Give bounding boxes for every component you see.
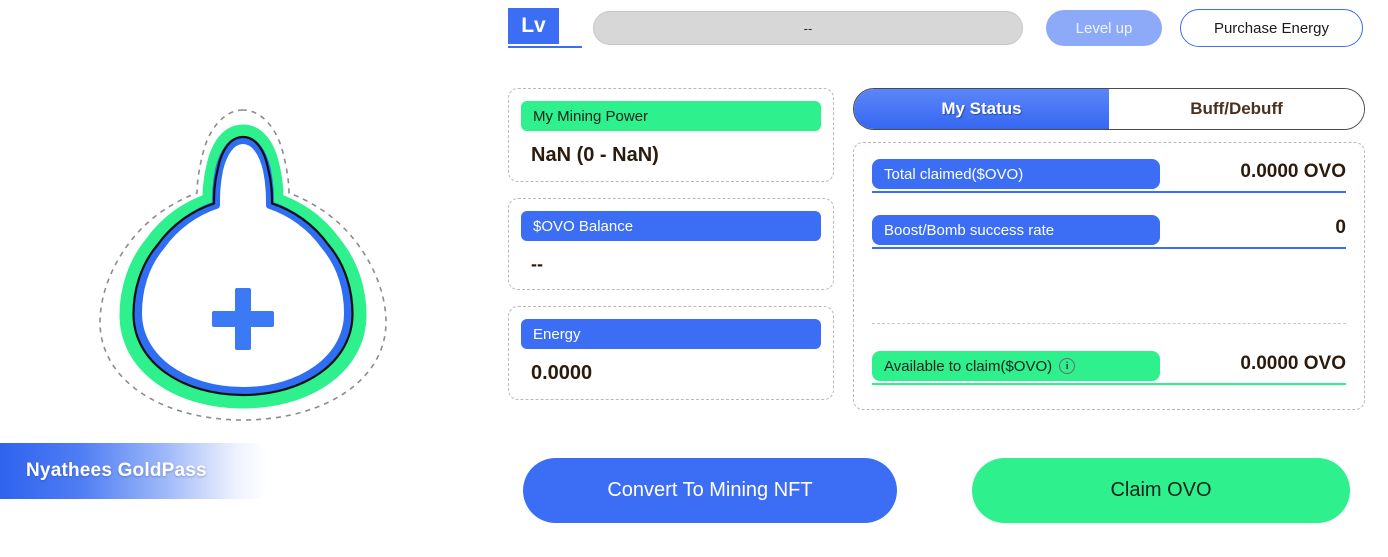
character-blue-stroke (134, 136, 352, 395)
mining-power-card-title: My Mining Power (521, 101, 821, 131)
level-progress-value: -- (803, 20, 813, 36)
ovo-balance-card: $OVO Balance -- (508, 198, 834, 290)
stat-row-available-claim: Available to claim($OVO) i 0.0000 OVO (872, 351, 1346, 395)
boost-bomb-underline (872, 247, 1346, 249)
level-toolbar: Lv -- Level up Purchase Energy (508, 8, 1380, 52)
mining-nft-dashboard: Nyathees GoldPass Lv -- Level up Purchas… (0, 0, 1388, 557)
boost-bomb-label: Boost/Bomb success rate (872, 215, 1160, 245)
claim-ovo-button[interactable]: Claim OVO (972, 458, 1350, 523)
ovo-balance-card-value: -- (531, 254, 543, 274)
level-up-button[interactable]: Level up (1046, 10, 1162, 46)
character-illustration[interactable] (78, 96, 408, 426)
character-name: Nyathees GoldPass (26, 460, 207, 481)
available-claim-underline (872, 383, 1346, 385)
energy-card-title: Energy (521, 319, 821, 349)
stat-row-boost-bomb: Boost/Bomb success rate 0 (872, 215, 1346, 257)
level-badge: Lv (508, 8, 559, 44)
status-tabs: My Status Buff/Debuff (853, 88, 1365, 130)
ovo-balance-card-title: $OVO Balance (521, 211, 821, 241)
level-progress-bar[interactable]: -- (593, 11, 1023, 45)
convert-to-mining-nft-button[interactable]: Convert To Mining NFT (523, 458, 897, 523)
character-panel: Nyathees GoldPass (0, 0, 480, 557)
total-claimed-underline (872, 191, 1346, 193)
tab-my-status[interactable]: My Status (854, 89, 1109, 129)
info-card-list: My Mining Power NaN (0 - NaN) $OVO Balan… (508, 88, 834, 416)
mining-power-card: My Mining Power NaN (0 - NaN) (508, 88, 834, 182)
status-divider (872, 323, 1346, 324)
total-claimed-label: Total claimed($OVO) (872, 159, 1160, 189)
character-name-banner: Nyathees GoldPass (0, 443, 268, 499)
boost-bomb-value: 0 (1335, 217, 1346, 238)
energy-card: Energy 0.0000 (508, 306, 834, 400)
available-claim-label-pill: Available to claim($OVO) i (872, 351, 1160, 381)
status-panel: My Status Buff/Debuff Total claimed($OVO… (853, 88, 1365, 410)
available-claim-value: 0.0000 OVO (1240, 353, 1346, 374)
mining-power-card-value: NaN (0 - NaN) (531, 144, 659, 166)
stat-row-total-claimed: Total claimed($OVO) 0.0000 OVO (872, 159, 1346, 201)
purchase-energy-button[interactable]: Purchase Energy (1180, 9, 1363, 47)
total-claimed-value: 0.0000 OVO (1240, 161, 1346, 182)
info-circle-icon[interactable]: i (1059, 358, 1076, 374)
tab-buff-debuff[interactable]: Buff/Debuff (1109, 89, 1364, 129)
level-badge-underline (508, 46, 582, 48)
level-badge-wrap: Lv (508, 8, 582, 52)
energy-card-value: 0.0000 (531, 362, 593, 384)
available-claim-label: Available to claim($OVO) (884, 357, 1053, 375)
status-content-box: Total claimed($OVO) 0.0000 OVO Boost/Bom… (853, 142, 1365, 410)
